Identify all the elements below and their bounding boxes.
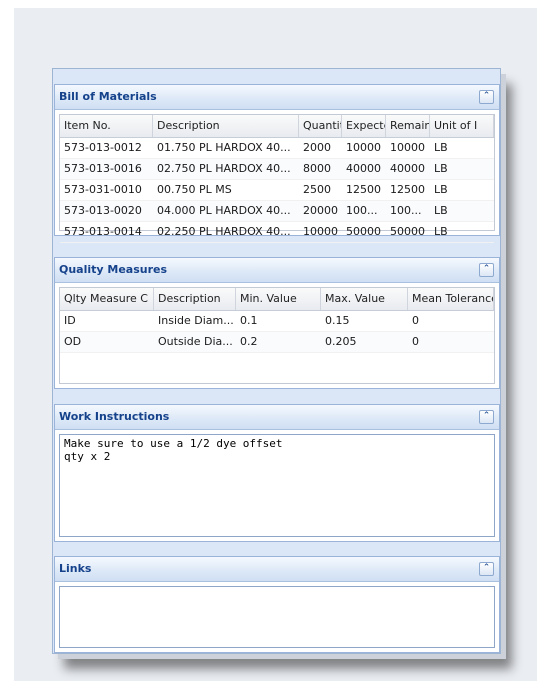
links-panel-title: Links: [59, 562, 92, 575]
quality-cell-description: Inside Diam...: [158, 314, 234, 327]
collapse-icon[interactable]: ⌃: [479, 410, 494, 424]
links-panel: Links ⌃: [54, 556, 500, 653]
bom-cell-unit: LB: [434, 183, 448, 196]
bom-col-item-no[interactable]: Item No.: [60, 115, 153, 137]
quality-cell-measure-code: OD: [64, 335, 82, 348]
quality-cell-max-value: 0.205: [325, 335, 357, 348]
quality-panel-title: Quality Measures: [59, 263, 168, 276]
quality-grid-header: Qlty Measure C Description Min. Value Ma…: [60, 288, 494, 311]
work-panel-title: Work Instructions: [59, 410, 170, 423]
work-instructions-line: qty x 2: [64, 450, 111, 463]
bom-cell-quantity: 10000: [303, 225, 338, 238]
bom-panel-title: Bill of Materials: [59, 90, 157, 103]
bom-cell-description: 02.250 PL HARDOX 40...: [157, 225, 291, 238]
bom-cell-expected: 40000: [346, 162, 381, 175]
bom-panel-header[interactable]: Bill of Materials ⌃: [55, 85, 499, 110]
work-panel-header[interactable]: Work Instructions ⌃: [55, 405, 499, 430]
bom-cell-expected: 100...: [346, 204, 378, 217]
bom-cell-description: 00.750 PL MS: [157, 183, 232, 196]
quality-cell-mean-tolerance: 0: [412, 335, 419, 348]
bom-col-expected[interactable]: Expecte: [342, 115, 386, 137]
bom-cell-remaining: 40000: [390, 162, 425, 175]
bom-grid: Item No. Description Quantit Expecte Rem…: [59, 114, 495, 243]
quality-rows: ID Inside Diam... 0.1 0.15 0 OD Outside Dia...…: [60, 311, 494, 353]
bom-cell-unit: LB: [434, 141, 448, 154]
bom-cell-item-no: 573-013-0014: [64, 225, 142, 238]
table-row[interactable]: OD Outside Dia... 0.2 0.205 0: [60, 332, 494, 353]
bom-cell-expected: 12500: [346, 183, 381, 196]
bom-cell-quantity: 20000: [303, 204, 338, 217]
bom-grid-header: Item No. Description Quantit Expecte Rem…: [60, 115, 494, 138]
bom-cell-remaining: 100...: [390, 204, 422, 217]
bom-col-quantity[interactable]: Quantit: [299, 115, 342, 137]
bom-cell-quantity: 8000: [303, 162, 331, 175]
quality-measures-panel: Quality Measures ⌃ Qlty Measure C Descri…: [54, 257, 500, 389]
links-panel-header[interactable]: Links ⌃: [55, 557, 499, 582]
bom-cell-quantity: 2000: [303, 141, 331, 154]
table-row[interactable]: ID Inside Diam... 0.1 0.15 0: [60, 311, 494, 332]
quality-cell-min-value: 0.2: [240, 335, 258, 348]
quality-col-mean-tolerance[interactable]: Mean Tolerance: [408, 288, 494, 310]
bom-col-unit[interactable]: Unit of I: [430, 115, 494, 137]
bom-cell-remaining: 10000: [390, 141, 425, 154]
quality-cell-description: Outside Dia...: [158, 335, 233, 348]
quality-cell-max-value: 0.15: [325, 314, 350, 327]
bom-cell-unit: LB: [434, 225, 448, 238]
quality-cell-min-value: 0.1: [240, 314, 258, 327]
table-row[interactable]: 573-013-0012 01.750 PL HARDOX 40... 2000 10…: [60, 138, 494, 159]
bom-cell-expected: 50000: [346, 225, 381, 238]
bom-cell-item-no: 573-013-0020: [64, 204, 142, 217]
bom-cell-remaining: 50000: [390, 225, 425, 238]
work-instructions-panel: Work Instructions ⌃ Make sure to use a 1…: [54, 404, 500, 542]
bill-of-materials-panel: Bill of Materials ⌃ Item No. Description…: [54, 84, 500, 243]
bom-cell-description: 02.750 PL HARDOX 40...: [157, 162, 291, 175]
bom-cell-item-no: 573-013-0012: [64, 141, 142, 154]
table-row[interactable]: 573-031-0010 00.750 PL MS 2500 12500 12500 LB: [60, 180, 494, 201]
collapse-icon[interactable]: ⌃: [479, 90, 494, 104]
quality-col-measure-code[interactable]: Qlty Measure C: [60, 288, 154, 310]
bom-cell-description: 04.000 PL HARDOX 40...: [157, 204, 291, 217]
quality-grid: Qlty Measure C Description Min. Value Ma…: [59, 287, 495, 384]
links-list[interactable]: [59, 586, 495, 648]
table-row[interactable]: 573-013-0020 04.000 PL HARDOX 40... 20000 1…: [60, 201, 494, 222]
bom-cell-item-no: 573-031-0010: [64, 183, 142, 196]
bom-col-description[interactable]: Description: [153, 115, 299, 137]
bom-rows: 573-013-0012 01.750 PL HARDOX 40... 2000 10…: [60, 138, 494, 243]
table-row[interactable]: 573-013-0014 02.250 PL HARDOX 40... 10000 5…: [60, 222, 494, 243]
collapse-icon[interactable]: ⌃: [479, 263, 494, 277]
bom-cell-description: 01.750 PL HARDOX 40...: [157, 141, 291, 154]
bom-cell-unit: LB: [434, 204, 448, 217]
quality-cell-mean-tolerance: 0: [412, 314, 419, 327]
work-instructions-textarea[interactable]: Make sure to use a 1/2 dye offset qty x …: [59, 434, 495, 537]
quality-col-min-value[interactable]: Min. Value: [236, 288, 321, 310]
bom-col-remaining[interactable]: Remaini: [386, 115, 430, 137]
quality-cell-measure-code: ID: [64, 314, 76, 327]
quality-panel-header[interactable]: Quality Measures ⌃: [55, 258, 499, 283]
table-row[interactable]: 573-013-0016 02.750 PL HARDOX 40... 8000 40…: [60, 159, 494, 180]
collapse-icon[interactable]: ⌃: [479, 562, 494, 576]
quality-col-description[interactable]: Description: [154, 288, 236, 310]
bom-cell-item-no: 573-013-0016: [64, 162, 142, 175]
quality-col-max-value[interactable]: Max. Value: [321, 288, 408, 310]
bom-cell-unit: LB: [434, 162, 448, 175]
bom-cell-quantity: 2500: [303, 183, 331, 196]
bom-cell-expected: 10000: [346, 141, 381, 154]
work-instructions-line: Make sure to use a 1/2 dye offset: [64, 437, 283, 450]
bom-cell-remaining: 12500: [390, 183, 425, 196]
